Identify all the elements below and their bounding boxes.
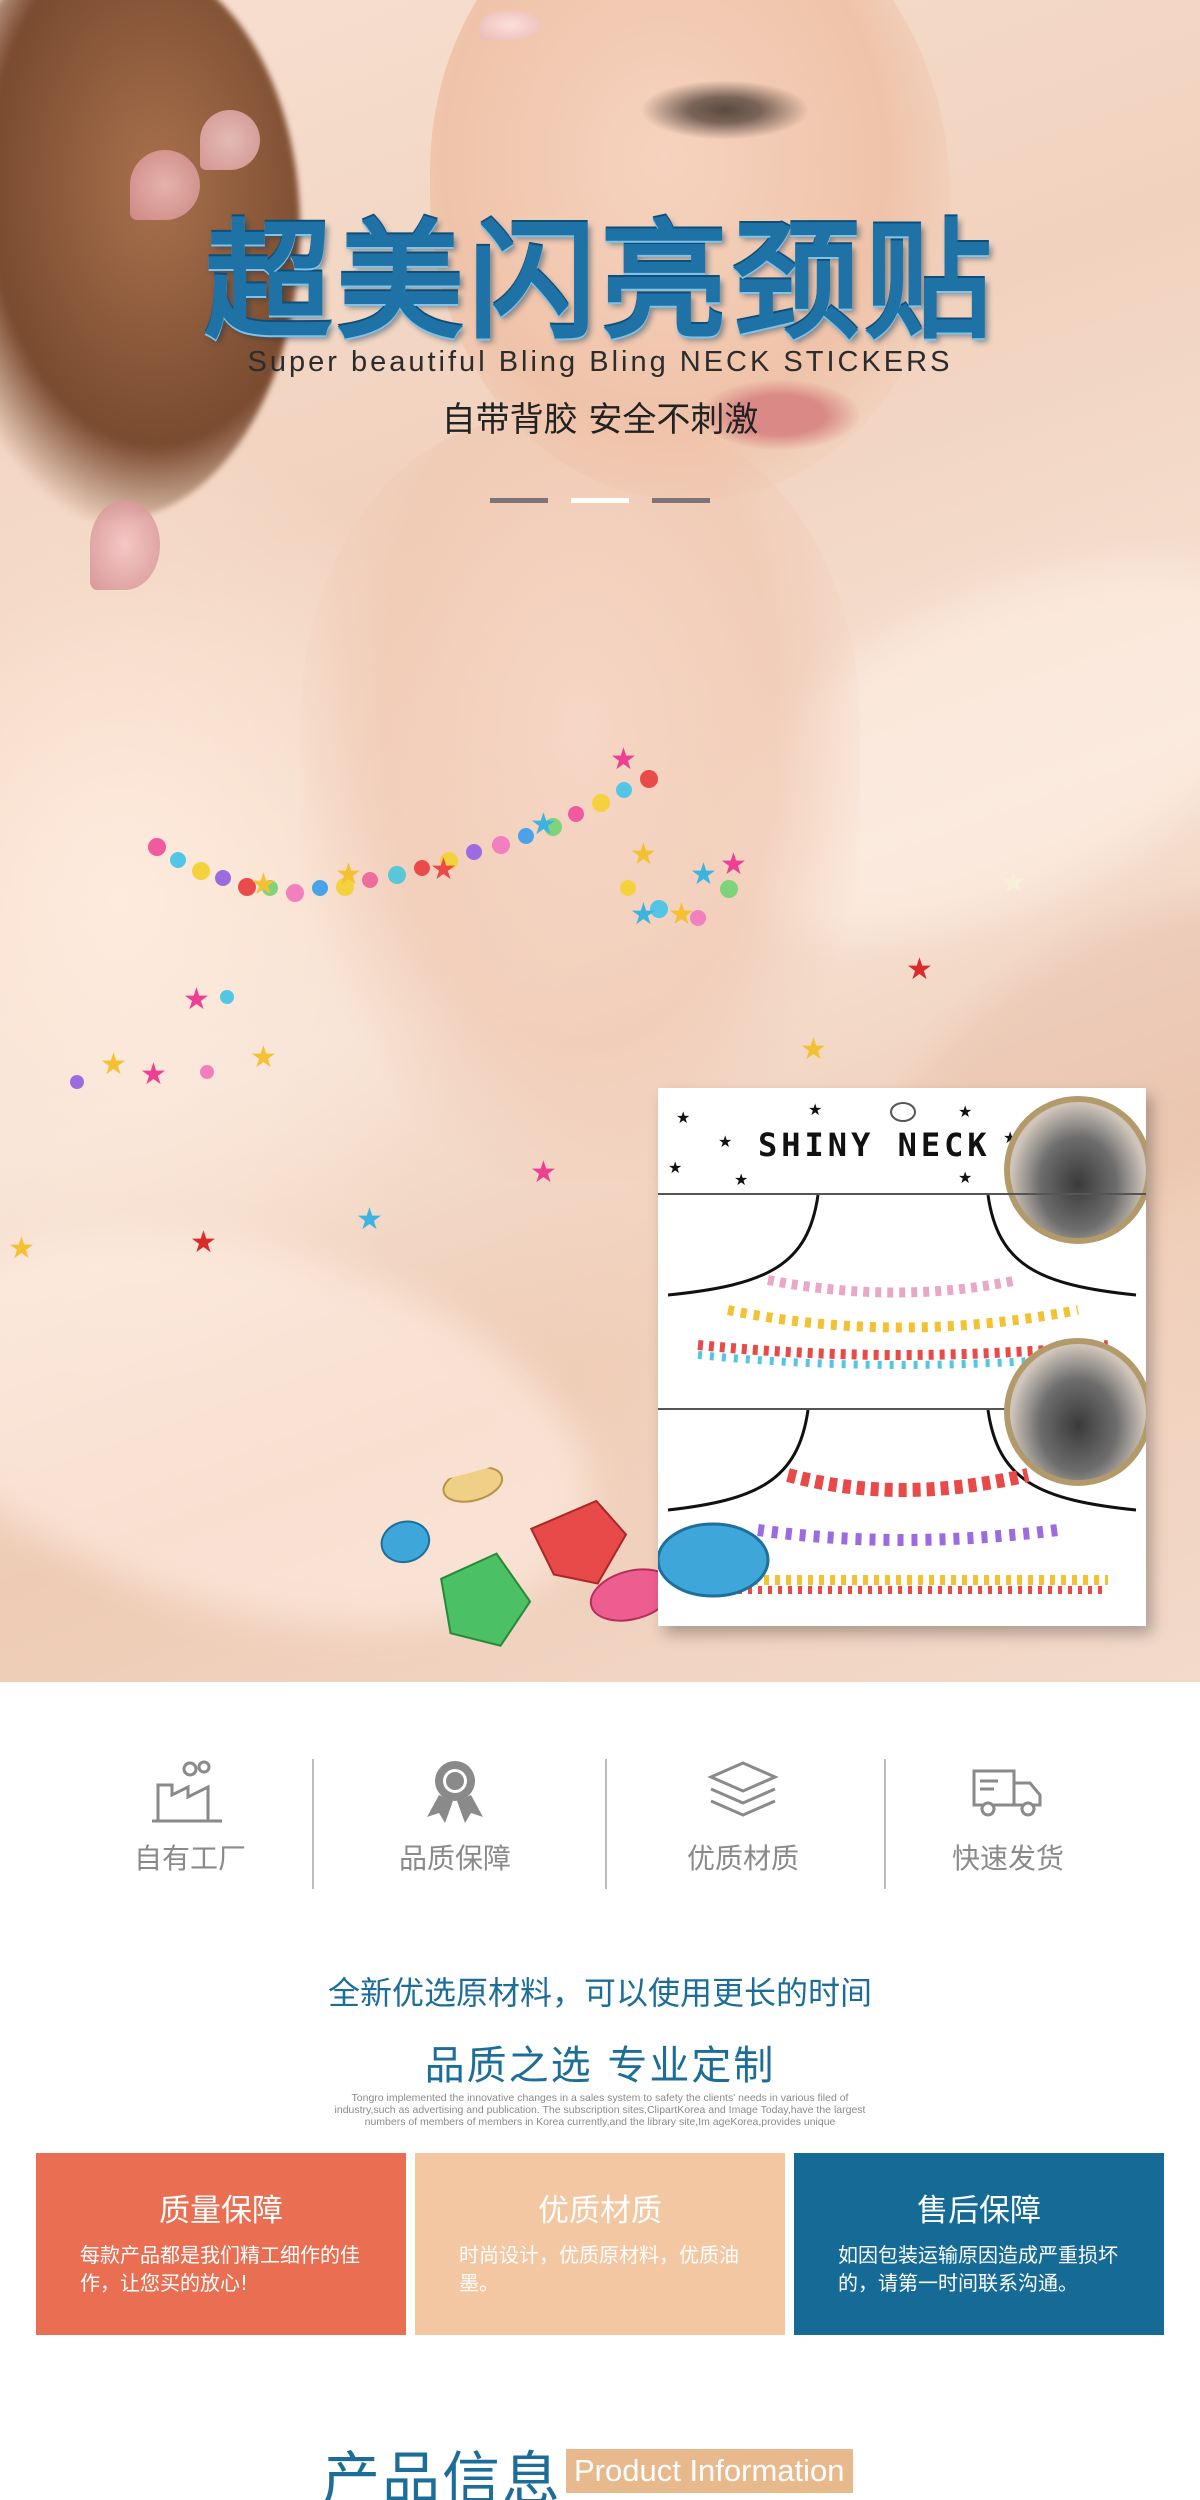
box-title: 优质材质 bbox=[538, 2193, 662, 2229]
tagline-smallprint: Tongro implemented the innovative change… bbox=[334, 2092, 866, 2128]
hero-subtitle-en: Super beautiful Bling Bling NECK STICKER… bbox=[247, 346, 953, 378]
carousel-dash-active[interactable] bbox=[571, 498, 629, 503]
box-text: 如因包装运输原因造成严重损坏的，请第一时间联系沟通。 bbox=[838, 2243, 1118, 2295]
hero-subtitle-cn: 自带背胶 安全不刺激 bbox=[441, 400, 759, 440]
page: 超美闪亮颈贴 Super beautiful Bling Bling NECK … bbox=[0, 0, 1200, 2500]
layers-icon bbox=[707, 1761, 779, 1817]
product-info-badge: Product Information bbox=[566, 2449, 853, 2493]
tagline-primary: 全新优选原材料，可以使用更长的时间 bbox=[327, 1974, 872, 2012]
product-info-title: 产品信息 bbox=[322, 2445, 563, 2500]
feature-label: 快速发货 bbox=[951, 1842, 1064, 1875]
carousel-dash[interactable] bbox=[490, 498, 548, 503]
feature-label: 优质材质 bbox=[686, 1842, 799, 1875]
box-title: 售后保障 bbox=[917, 2193, 1041, 2229]
carousel-dash[interactable] bbox=[652, 498, 710, 503]
hair-flower bbox=[90, 500, 160, 590]
feature-quality: 品质保障 bbox=[345, 1757, 565, 1887]
neck-sticker-sheet-2 bbox=[658, 1410, 1137, 1598]
feature-label: 品质保障 bbox=[398, 1842, 511, 1875]
divider bbox=[884, 1759, 886, 1889]
hair-flower bbox=[200, 110, 260, 170]
features-row: 自有工厂 品质保障 优质材质 快速发货 bbox=[0, 1682, 1200, 1972]
product-package-card: ★ ★ ★ ★ ★ ★ ★ ★ ★ SHINY NECK bbox=[658, 1088, 1146, 1626]
feature-factory: 自有工厂 bbox=[80, 1757, 300, 1887]
hang-hole bbox=[890, 1102, 916, 1122]
award-badge-icon bbox=[427, 1761, 483, 1823]
divider bbox=[312, 1759, 314, 1889]
box-material: 优质材质 时尚设计，优质原材料，优质油墨。 bbox=[415, 2153, 785, 2335]
hero-banner: 超美闪亮颈贴 Super beautiful Bling Bling NECK … bbox=[0, 0, 1200, 1682]
box-text: 每款产品都是我们精工细作的佳作，让您买的放心! bbox=[80, 2243, 360, 2295]
model-eye bbox=[640, 80, 810, 140]
feature-material: 优质材质 bbox=[633, 1757, 853, 1887]
truck-icon bbox=[972, 1769, 1042, 1817]
divider bbox=[605, 1759, 607, 1889]
feature-label: 自有工厂 bbox=[133, 1842, 246, 1875]
hair-flower bbox=[480, 10, 540, 40]
model-neck bbox=[300, 420, 860, 1180]
box-aftersales: 售后保障 如因包装运输原因造成严重损坏的，请第一时间联系沟通。 bbox=[794, 2153, 1164, 2335]
box-title: 质量保障 bbox=[159, 2193, 283, 2229]
feature-shipping: 快速发货 bbox=[898, 1757, 1118, 1887]
factory-icon bbox=[152, 1760, 222, 1823]
tagline-secondary: 品质之选 专业定制 bbox=[424, 2043, 776, 2089]
package-brand: SHINY NECK bbox=[758, 1126, 991, 1164]
box-text: 时尚设计，优质原材料，优质油墨。 bbox=[459, 2243, 739, 2295]
box-quality: 质量保障 每款产品都是我们精工细作的佳作，让您买的放心! bbox=[36, 2153, 406, 2335]
hero-title: 超美闪亮颈贴 bbox=[203, 207, 996, 357]
